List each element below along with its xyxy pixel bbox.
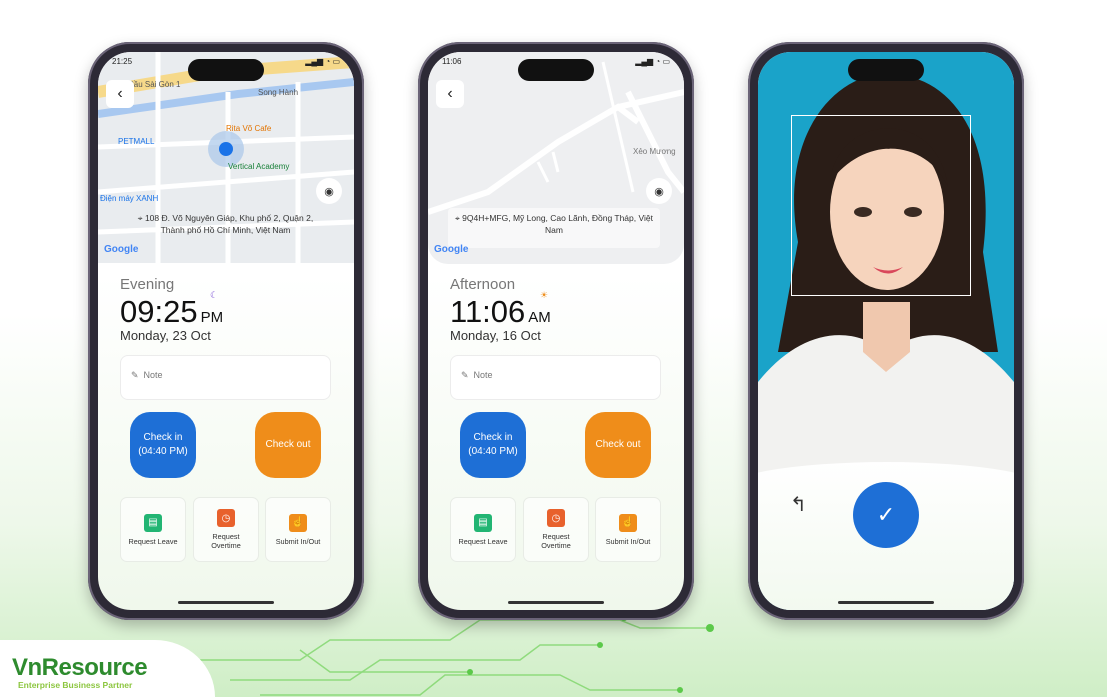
- current-time: 11:06 AM: [450, 294, 551, 329]
- phone-screen: 11:06 ▂▄▆ ◔ ▭ Xẻo Mương ‹ ◉ ⌖ 9Q4H+MFG, M…: [428, 52, 684, 610]
- map-label: Song Hành: [258, 88, 299, 97]
- submit-in-out-tile[interactable]: ☝ Submit In/Out: [595, 497, 661, 562]
- submit-in-out-tile[interactable]: ☝ Submit In/Out: [265, 497, 331, 562]
- brand-logo: VnResource Enterprise Business Partner: [0, 640, 215, 697]
- calendar-icon: ▤: [144, 513, 162, 532]
- pencil-icon: ✎: [131, 370, 139, 380]
- home-indicator: [838, 601, 934, 604]
- back-button[interactable]: ‹: [106, 80, 134, 108]
- pin-icon: ⌖: [137, 213, 145, 223]
- dynamic-island: [518, 59, 594, 81]
- current-date: Monday, 16 Oct: [450, 328, 541, 343]
- note-input[interactable]: ✎ Note: [120, 355, 331, 400]
- signal-battery-icon: ▂▄▆ ◔ ▭: [305, 57, 340, 66]
- current-date: Monday, 23 Oct: [120, 328, 211, 343]
- map-label: PETMALL: [118, 137, 155, 146]
- request-overtime-tile[interactable]: ◷ Request Overtime: [193, 497, 259, 562]
- address-label: ⌖ 108 Đ. Võ Nguyên Giáp, Khu phố 2, Quận…: [137, 213, 314, 235]
- hand-pointer-icon: ☝: [289, 513, 307, 532]
- status-time: 21:25: [112, 57, 133, 66]
- phone-mockup: 11:06 ▂▄▆ ◔ ▭ Xẻo Mương ‹ ◉ ⌖ 9Q4H+MFG, M…: [418, 42, 694, 620]
- home-indicator: [508, 601, 604, 604]
- phone-mockup: 21:25 ▂▄▆ ◔ ▭ Cầu Sài Gòn 1 Song Hành PETMA…: [88, 42, 364, 620]
- phone-screen: 21:25 ▂▄▆ ◔ ▭ Cầu Sài Gòn 1 Song Hành PETMA…: [98, 52, 354, 610]
- map-label: Cầu Sài Gòn 1: [128, 80, 181, 89]
- note-input[interactable]: ✎ Note: [450, 355, 661, 400]
- status-time: 11:06: [442, 57, 462, 66]
- google-logo: Google: [104, 244, 139, 255]
- request-overtime-tile[interactable]: ◷ Request Overtime: [523, 497, 589, 562]
- dynamic-island: [188, 59, 264, 81]
- check-out-button[interactable]: Check out: [585, 412, 651, 478]
- check-icon: ✓: [876, 502, 896, 527]
- day-period: Evening: [120, 276, 175, 293]
- confirm-capture-button[interactable]: ✓: [853, 482, 919, 548]
- google-logo: Google: [434, 244, 469, 255]
- map-label: Vertical Academy: [228, 162, 290, 171]
- check-in-button[interactable]: Check in (04:40 PM): [460, 412, 526, 478]
- phone-mockup-face: ↰ ✓: [748, 42, 1024, 620]
- day-period: Afternoon: [450, 276, 516, 293]
- undo-arrow-icon[interactable]: ↰: [790, 492, 807, 517]
- clock-icon: ◷: [217, 509, 235, 527]
- signal-battery-icon: ▂▄▆ ◔ ▭: [635, 57, 670, 66]
- map-label: Điện máy XANH: [100, 194, 159, 203]
- check-out-button[interactable]: Check out: [255, 412, 321, 478]
- clock-icon: ◷: [547, 509, 565, 527]
- face-detection-frame: [791, 115, 971, 296]
- current-time: 09:25 PM: [120, 294, 224, 329]
- calendar-icon: ▤: [474, 513, 492, 532]
- request-leave-tile[interactable]: ▤ Request Leave: [450, 497, 516, 562]
- my-location-button[interactable]: ◉: [316, 178, 342, 204]
- map-view[interactable]: Xẻo Mương ‹ ◉ ⌖ 9Q4H+MFG, Mỹ Long, Cao L…: [428, 52, 684, 264]
- brand-tagline: Enterprise Business Partner: [18, 680, 133, 690]
- face-capture-screen: ↰ ✓: [758, 52, 1014, 610]
- check-in-button[interactable]: Check in (04:40 PM): [130, 412, 196, 478]
- hand-pointer-icon: ☝: [619, 513, 637, 532]
- home-indicator: [178, 601, 274, 604]
- map-label: Rita Võ Cafe: [226, 124, 272, 133]
- request-leave-tile[interactable]: ▤ Request Leave: [120, 497, 186, 562]
- brand-name: VnResource: [12, 654, 148, 681]
- dynamic-island: [848, 59, 924, 81]
- my-location-button[interactable]: ◉: [646, 178, 672, 204]
- pencil-icon: ✎: [461, 370, 469, 380]
- address-label: ⌖ 9Q4H+MFG, Mỹ Long, Cao Lãnh, Đồng Tháp…: [448, 208, 660, 248]
- map-label: Xẻo Mương: [633, 147, 676, 156]
- back-button[interactable]: ‹: [436, 80, 464, 108]
- map-view[interactable]: Cầu Sài Gòn 1 Song Hành PETMALL Rita Võ Caf…: [98, 52, 354, 263]
